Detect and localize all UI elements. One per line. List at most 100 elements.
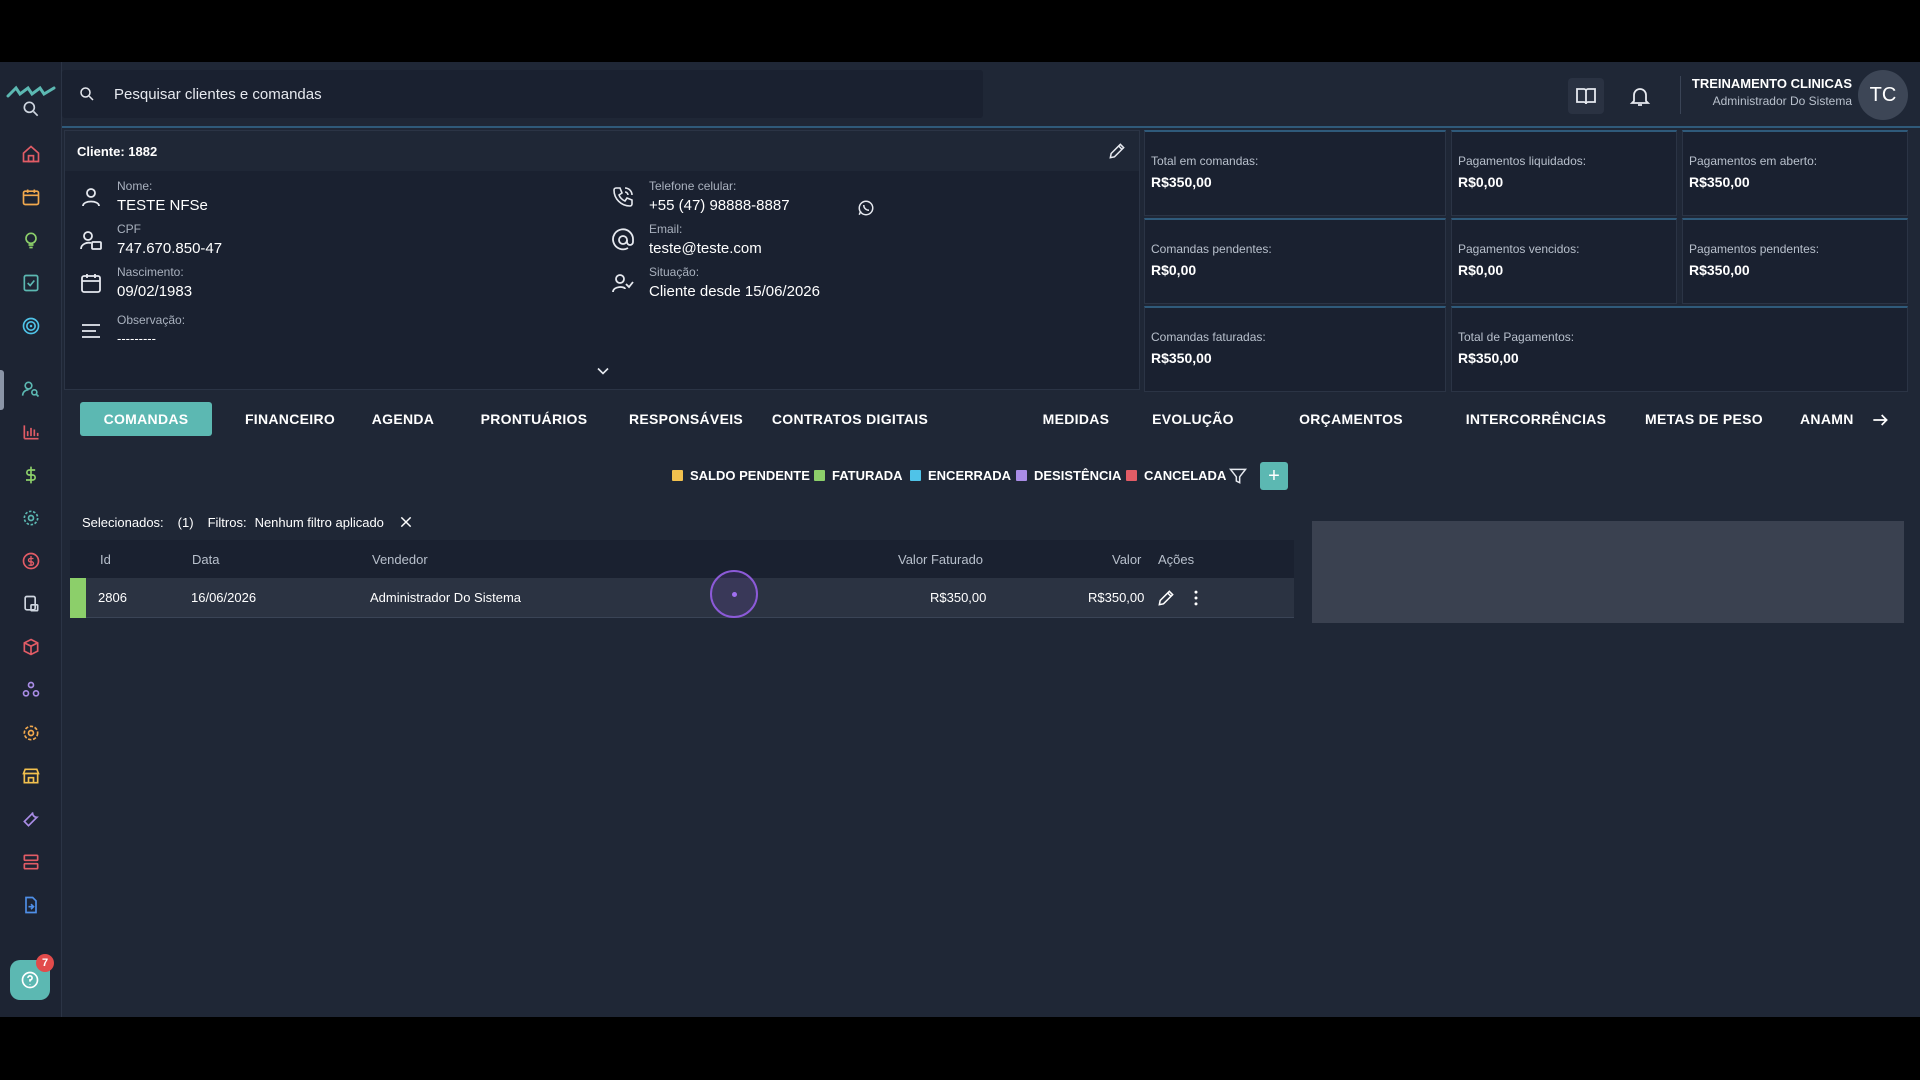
stat-value: R$350,00 bbox=[1458, 350, 1519, 366]
tab-evolucao[interactable]: EVOLUÇÃO bbox=[1140, 402, 1246, 436]
add-comanda-button[interactable]: + bbox=[1260, 462, 1288, 490]
cell-id: 2806 bbox=[98, 590, 127, 605]
legend-swatch bbox=[1126, 470, 1137, 481]
header-data[interactable]: Data bbox=[192, 540, 219, 578]
search-icon[interactable] bbox=[18, 96, 44, 122]
filters-value: Nenhum filtro aplicado bbox=[254, 514, 384, 530]
stat-pagamentos-pendentes: Pagamentos pendentes: R$350,00 bbox=[1682, 218, 1908, 304]
cog-icon[interactable] bbox=[18, 720, 44, 746]
tab-contratos-digitais[interactable]: CONTRATOS DIGITAIS bbox=[764, 402, 936, 436]
tab-metas-de-peso[interactable]: METAS DE PESO bbox=[1634, 402, 1774, 436]
selected-label: Selecionados: bbox=[82, 514, 164, 530]
integrations-icon[interactable] bbox=[18, 677, 44, 703]
cursor-dot bbox=[732, 592, 737, 597]
tab-prontuarios[interactable]: PRONTUÁRIOS bbox=[460, 402, 608, 436]
legend-desistencia: DESISTÊNCIA bbox=[1016, 468, 1121, 483]
chevron-down-icon[interactable] bbox=[593, 361, 613, 381]
stat-pagamentos-aberto: Pagamentos em aberto: R$350,00 bbox=[1682, 130, 1908, 216]
stat-comandas-pendentes: Comandas pendentes: R$0,00 bbox=[1144, 218, 1446, 304]
stat-value: R$350,00 bbox=[1689, 262, 1750, 278]
text-lines-icon bbox=[82, 324, 100, 338]
stat-label: Pagamentos liquidados: bbox=[1458, 154, 1587, 168]
tab-intercorrencias[interactable]: INTERCORRÊNCIAS bbox=[1458, 402, 1614, 436]
more-vertical-icon[interactable] bbox=[1186, 588, 1206, 608]
sidebar-active-indicator bbox=[0, 370, 4, 410]
search-bar[interactable] bbox=[62, 70, 983, 118]
store-icon[interactable] bbox=[18, 763, 44, 789]
header-valor[interactable]: Valor bbox=[1112, 540, 1141, 578]
client-title: Cliente: 1882 bbox=[77, 143, 158, 159]
close-icon[interactable] bbox=[398, 514, 414, 530]
tab-orcamentos[interactable]: ORÇAMENTOS bbox=[1280, 402, 1422, 436]
stat-total-comandas: Total em comandas: R$350,00 bbox=[1144, 130, 1446, 216]
value-observacao: --------- bbox=[117, 331, 156, 346]
calendar-icon[interactable] bbox=[18, 184, 44, 210]
user-role: Administrador Do Sistema bbox=[1712, 94, 1852, 108]
id-user-icon bbox=[80, 231, 102, 250]
selected-count: (1) bbox=[177, 514, 194, 530]
edit-pencil-icon[interactable] bbox=[1107, 141, 1127, 161]
stat-label: Total de Pagamentos: bbox=[1458, 330, 1575, 344]
home-icon[interactable] bbox=[18, 141, 44, 167]
coin-icon[interactable] bbox=[18, 548, 44, 574]
tab-medidas[interactable]: MEDIDAS bbox=[1034, 402, 1118, 436]
checklist-icon[interactable] bbox=[18, 270, 44, 296]
filter-icon[interactable] bbox=[1228, 466, 1248, 486]
sidebar: 7 bbox=[0, 62, 62, 1017]
label-cpf: CPF bbox=[117, 222, 141, 236]
legend-swatch bbox=[1016, 470, 1027, 481]
search-icon bbox=[80, 87, 94, 101]
stat-value: R$350,00 bbox=[1151, 350, 1212, 366]
notification-badge: 7 bbox=[36, 954, 54, 972]
document-lock-icon[interactable] bbox=[18, 591, 44, 617]
calendar-icon bbox=[81, 274, 101, 293]
stat-comandas-faturadas: Comandas faturadas: R$350,00 bbox=[1144, 306, 1446, 392]
settings-gear-icon[interactable] bbox=[18, 505, 44, 531]
target-icon[interactable] bbox=[18, 313, 44, 339]
header-valor-faturado[interactable]: Valor Faturado bbox=[898, 540, 983, 578]
bell-icon[interactable] bbox=[1622, 78, 1658, 114]
cell-vendedor: Administrador Do Sistema bbox=[370, 590, 521, 605]
cell-valor-faturado: R$350,00 bbox=[930, 590, 987, 605]
package-icon[interactable] bbox=[18, 634, 44, 660]
whatsapp-icon[interactable] bbox=[857, 199, 875, 217]
legend-label: SALDO PENDENTE bbox=[690, 468, 810, 483]
server-icon[interactable] bbox=[18, 849, 44, 875]
header-acoes: Ações bbox=[1158, 551, 1195, 567]
cell-data: 16/06/2026 bbox=[191, 590, 257, 605]
user-check-icon bbox=[612, 274, 634, 293]
avatar[interactable]: TC bbox=[1858, 70, 1908, 120]
lightbulb-icon[interactable] bbox=[18, 227, 44, 253]
tab-anamnese[interactable]: ANAMN bbox=[1800, 402, 1860, 436]
stat-label: Pagamentos vencidos: bbox=[1458, 242, 1580, 256]
tab-comandas[interactable]: COMANDAS bbox=[80, 402, 212, 436]
tab-financeiro[interactable]: FINANCEIRO bbox=[234, 402, 346, 436]
legend-label: FATURADA bbox=[832, 468, 903, 483]
legend-label: DESISTÊNCIA bbox=[1034, 468, 1122, 483]
tab-agenda[interactable]: AGENDA bbox=[362, 402, 444, 436]
bar-chart-icon[interactable] bbox=[18, 419, 44, 445]
stat-pagamentos-vencidos: Pagamentos vencidos: R$0,00 bbox=[1451, 218, 1677, 304]
client-card: Cliente: 1882 Nome: TESTE NFSe CPF 747.6… bbox=[64, 130, 1140, 390]
edit-pencil-icon[interactable] bbox=[1156, 588, 1176, 608]
header-id[interactable]: Id bbox=[100, 540, 111, 578]
arrow-right-icon[interactable] bbox=[1870, 410, 1890, 430]
legend-swatch bbox=[672, 470, 683, 481]
comandas-table: Id Data Vendedor Valor Faturado Valor Aç… bbox=[70, 540, 1294, 618]
stat-total-pagamentos: Total de Pagamentos: R$350,00 bbox=[1451, 306, 1908, 392]
tab-responsaveis[interactable]: RESPONSÁVEIS bbox=[624, 402, 748, 436]
label-nascimento: Nascimento: bbox=[117, 265, 184, 279]
tabs-bar: COMANDAS FINANCEIRO AGENDA PRONTUÁRIOS R… bbox=[64, 392, 1908, 448]
book-icon[interactable] bbox=[1568, 78, 1604, 114]
user-search-icon[interactable] bbox=[18, 376, 44, 402]
header-vendedor[interactable]: Vendedor bbox=[372, 540, 428, 578]
stat-value: R$350,00 bbox=[1151, 174, 1212, 190]
table-row[interactable]: 2806 16/06/2026 Administrador Do Sistema… bbox=[70, 578, 1294, 618]
wrench-icon[interactable] bbox=[18, 806, 44, 832]
file-transfer-icon[interactable] bbox=[18, 892, 44, 918]
stat-value: R$350,00 bbox=[1689, 174, 1750, 190]
value-situacao: Cliente desde 15/06/2026 bbox=[649, 283, 820, 300]
filters-label: Filtros: bbox=[207, 514, 247, 530]
search-input[interactable] bbox=[114, 85, 914, 103]
dollar-icon[interactable] bbox=[18, 462, 44, 488]
